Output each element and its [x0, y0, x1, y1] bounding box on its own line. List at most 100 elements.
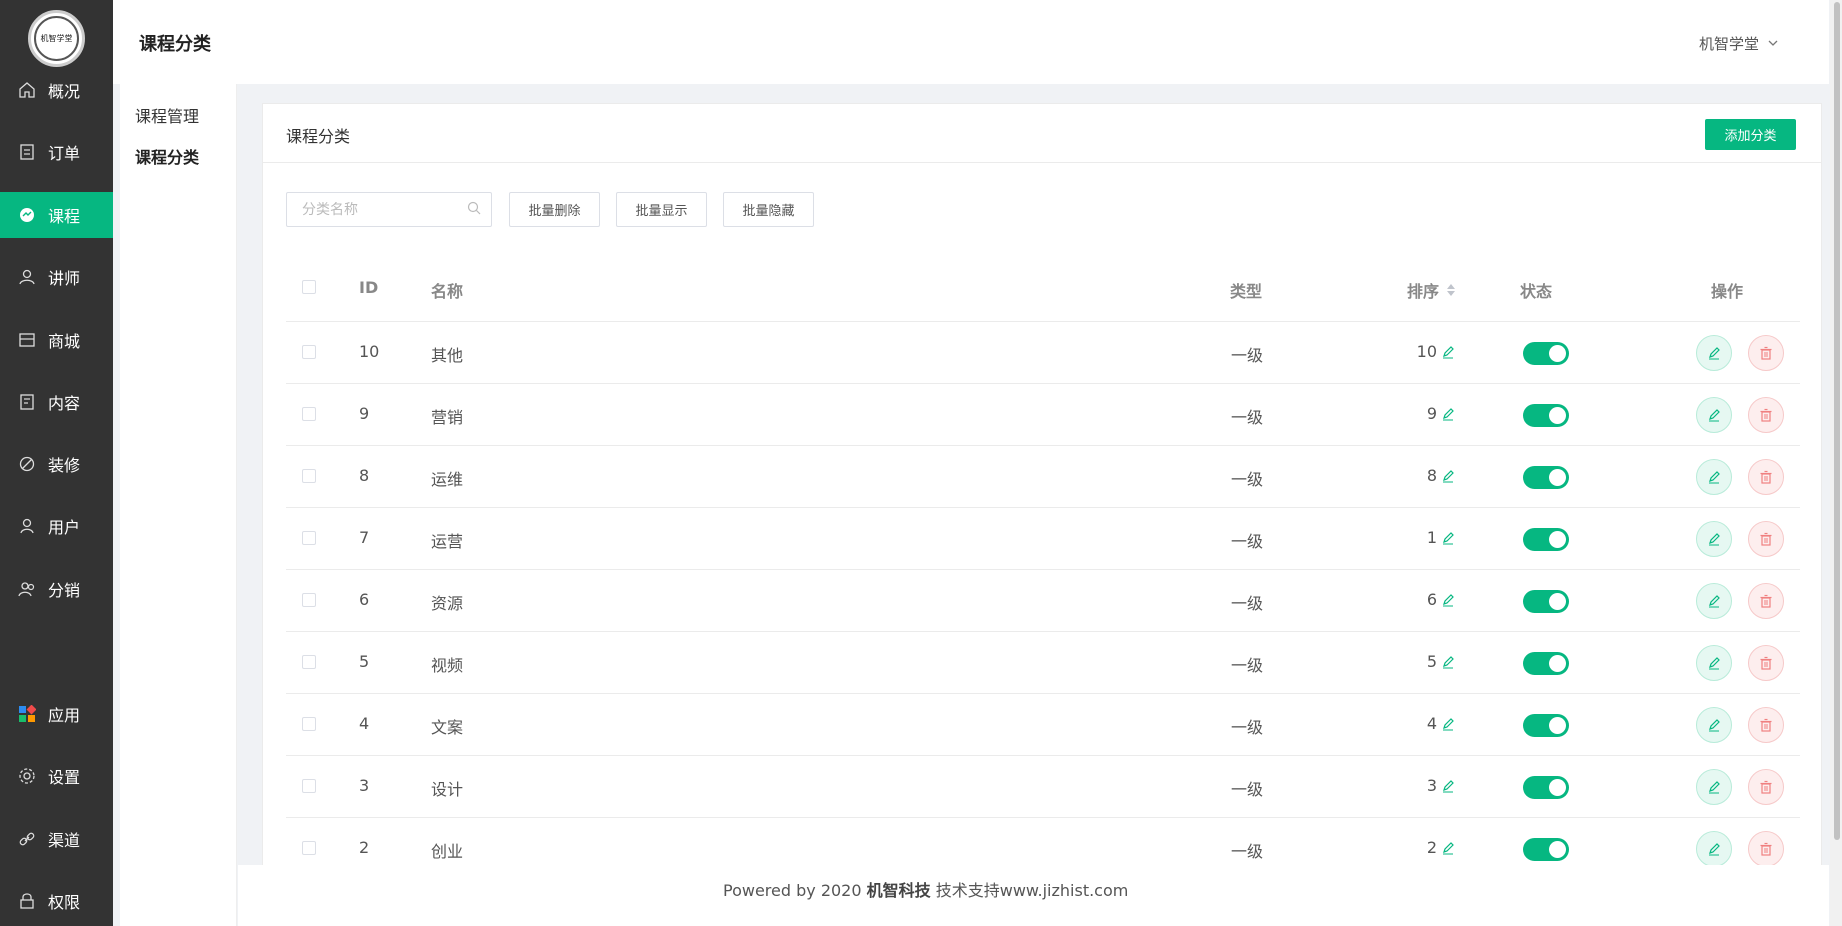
row-checkbox[interactable]: [302, 717, 316, 731]
row-name: 视频: [431, 656, 464, 675]
batch-delete-button[interactable]: 批量删除: [509, 192, 600, 227]
edit-sort-icon[interactable]: [1441, 841, 1455, 855]
row-id: 3: [359, 776, 370, 795]
edit-sort-icon[interactable]: [1441, 407, 1455, 421]
sidebar-item-lock[interactable]: 权限: [0, 878, 113, 924]
sidebar-item-label: 商城: [48, 332, 81, 351]
column-header-sort[interactable]: 排序: [1407, 278, 1457, 302]
delete-button[interactable]: [1748, 645, 1784, 681]
link-icon: [18, 830, 36, 848]
sidebar-item-user[interactable]: 用户: [0, 503, 113, 549]
user-name: 机智学堂: [1698, 35, 1759, 53]
batch-hide-button[interactable]: 批量隐藏: [723, 192, 814, 227]
edit-button[interactable]: [1696, 769, 1732, 805]
sidebar-item-settings[interactable]: 设置: [0, 753, 113, 799]
sidebar-item-content[interactable]: 内容: [0, 379, 113, 425]
delete-button[interactable]: [1748, 459, 1784, 495]
status-toggle[interactable]: [1523, 528, 1569, 551]
footer-prefix: Powered by 2020: [723, 881, 867, 900]
sidebar-item-link[interactable]: 渠道: [0, 816, 113, 862]
edit-sort-icon[interactable]: [1441, 593, 1455, 607]
edit-sort-icon[interactable]: [1441, 345, 1455, 359]
edit-button[interactable]: [1696, 583, 1732, 619]
table-row: 9 营销 一级 9: [286, 384, 1800, 447]
edit-sort-icon[interactable]: [1441, 655, 1455, 669]
delete-button[interactable]: [1748, 521, 1784, 557]
sidebar-item-order[interactable]: 订单: [0, 129, 113, 175]
user-menu[interactable]: 机智学堂: [1699, 33, 1779, 54]
sidebar-item-apps[interactable]: 应用: [0, 691, 113, 737]
row-name: 运维: [431, 470, 464, 489]
sidebar-item-home[interactable]: 概况: [0, 67, 113, 113]
edit-icon: [1707, 470, 1721, 484]
sidebar-item-course[interactable]: 课程: [0, 192, 113, 238]
scrollbar-thumb[interactable]: [1834, 2, 1840, 840]
edit-button[interactable]: [1696, 521, 1732, 557]
edit-sort-icon[interactable]: [1441, 717, 1455, 731]
sort-caret-icon[interactable]: [1445, 282, 1457, 298]
row-id: 10: [359, 342, 380, 361]
subnav-item-course-management[interactable]: 课程管理: [135, 103, 199, 127]
edit-icon: [1707, 346, 1721, 360]
delete-button[interactable]: [1748, 397, 1784, 433]
edit-icon: [1707, 532, 1721, 546]
course-icon: [18, 206, 36, 224]
edit-sort-icon[interactable]: [1441, 779, 1455, 793]
sub-sidebar: 课程管理 课程分类: [120, 84, 237, 926]
status-toggle[interactable]: [1523, 714, 1569, 737]
subnav-item-course-category[interactable]: 课程分类: [135, 144, 199, 168]
delete-button[interactable]: [1748, 831, 1784, 867]
sidebar-item-store[interactable]: 商城: [0, 317, 113, 363]
edit-button[interactable]: [1696, 459, 1732, 495]
page-scrollbar[interactable]: [1830, 0, 1842, 926]
edit-sort-icon[interactable]: [1441, 469, 1455, 483]
row-sort: 5: [1427, 652, 1455, 671]
brand-logo[interactable]: 机智学堂: [28, 10, 85, 67]
row-checkbox[interactable]: [302, 345, 316, 359]
row-checkbox[interactable]: [302, 841, 316, 855]
edit-button[interactable]: [1696, 335, 1732, 371]
edit-sort-icon[interactable]: [1441, 531, 1455, 545]
add-category-button[interactable]: 添加分类: [1705, 119, 1796, 150]
category-search-input[interactable]: [302, 201, 467, 218]
status-toggle[interactable]: [1523, 404, 1569, 427]
sort-header-label: 排序: [1407, 282, 1440, 301]
status-toggle[interactable]: [1523, 342, 1569, 365]
delete-button[interactable]: [1748, 335, 1784, 371]
delete-button[interactable]: [1748, 707, 1784, 743]
trash-icon: [1759, 532, 1773, 546]
search-icon[interactable]: [467, 200, 481, 219]
sidebar-item-distribution[interactable]: 分销: [0, 566, 113, 612]
footer-text: Powered by 2020 机智科技 技术支持www.jizhist.com: [723, 877, 1128, 901]
row-checkbox[interactable]: [302, 469, 316, 483]
status-toggle[interactable]: [1523, 652, 1569, 675]
edit-button[interactable]: [1696, 397, 1732, 433]
footer-suffix: 技术支持www.jizhist.com: [930, 881, 1129, 900]
edit-button[interactable]: [1696, 831, 1732, 867]
edit-icon: [1707, 780, 1721, 794]
row-checkbox[interactable]: [302, 531, 316, 545]
row-checkbox[interactable]: [302, 407, 316, 421]
table-row: 5 视频 一级 5: [286, 632, 1800, 695]
status-toggle[interactable]: [1523, 838, 1569, 861]
trash-icon: [1759, 780, 1773, 794]
delete-button[interactable]: [1748, 769, 1784, 805]
row-checkbox[interactable]: [302, 655, 316, 669]
edit-icon: [1707, 594, 1721, 608]
delete-button[interactable]: [1748, 583, 1784, 619]
row-checkbox[interactable]: [302, 779, 316, 793]
edit-button[interactable]: [1696, 645, 1732, 681]
table-row: 6 资源 一级 6: [286, 570, 1800, 633]
row-sort: 2: [1427, 838, 1455, 857]
status-toggle[interactable]: [1523, 590, 1569, 613]
status-toggle[interactable]: [1523, 466, 1569, 489]
settings-icon: [18, 767, 36, 785]
status-toggle[interactable]: [1523, 776, 1569, 799]
sidebar-item-decorate[interactable]: 装修: [0, 441, 113, 487]
row-checkbox[interactable]: [302, 593, 316, 607]
edit-button[interactable]: [1696, 707, 1732, 743]
select-all-checkbox[interactable]: [302, 280, 316, 294]
sidebar-item-teacher[interactable]: 讲师: [0, 254, 113, 300]
chevron-down-icon: [1759, 35, 1779, 53]
batch-show-button[interactable]: 批量显示: [616, 192, 707, 227]
